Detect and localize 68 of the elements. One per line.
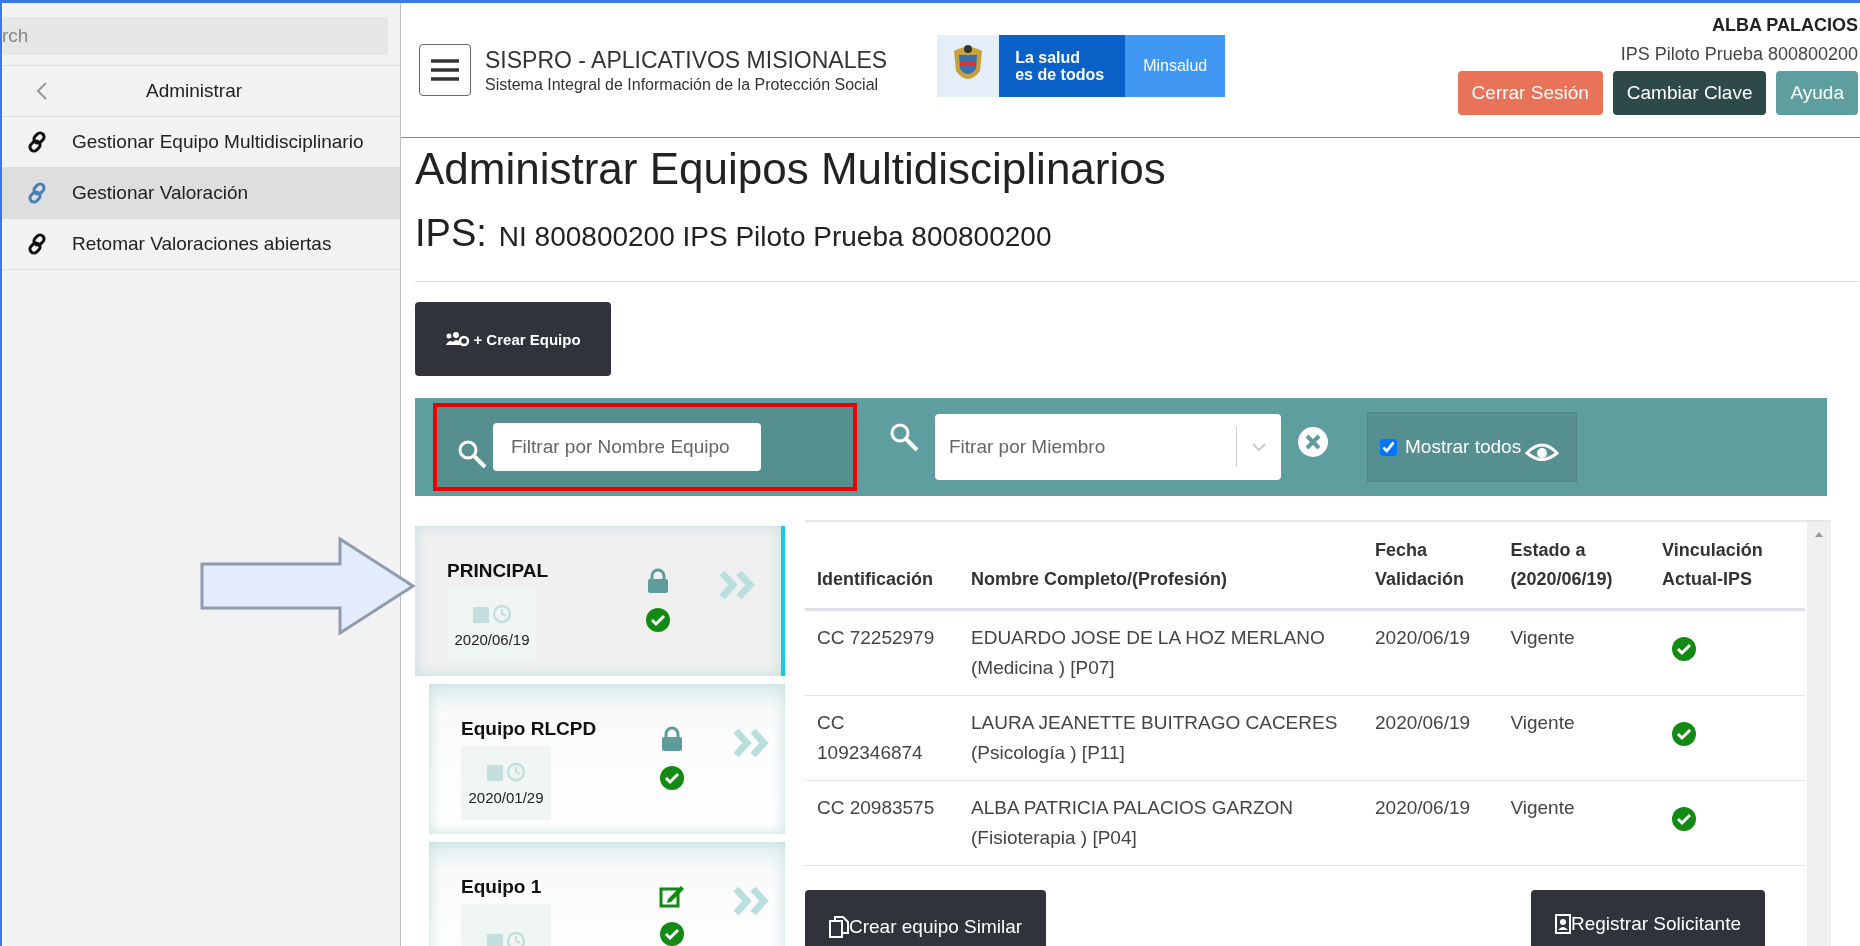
user-name: ALBA PALACIOS — [1712, 15, 1858, 36]
link-icon — [26, 131, 48, 153]
show-all-checkbox[interactable] — [1380, 438, 1397, 456]
sidebar-item[interactable]: Retomar Valoraciones abiertas — [2, 219, 400, 270]
team-card[interactable]: Equipo RLCPD 2020/01/29 — [429, 684, 785, 834]
edit-icon — [659, 884, 685, 908]
app-subtitle: Sistema Integral de Información de la Protección Social — [485, 75, 880, 94]
logo-brand: Minsalud — [1143, 57, 1208, 75]
header-button[interactable]: Cambiar Clave — [1612, 71, 1767, 115]
column-header: Fecha Validación — [1363, 522, 1499, 610]
team-date: 2020/01/29 — [468, 788, 544, 806]
check-icon — [660, 922, 684, 946]
team-name: PRINCIPAL — [447, 560, 549, 582]
table-cell: 2020/06/19 — [1363, 780, 1499, 866]
create-team-button[interactable]: + Crear Equipo — [415, 302, 611, 376]
calendar-history-icon — [486, 930, 526, 946]
table-cell: Vigente — [1498, 780, 1651, 866]
back-icon[interactable] — [36, 81, 48, 101]
action-button[interactable]: Crear equipo Similar — [805, 890, 1047, 946]
calendar-history-icon — [486, 760, 526, 783]
ips-label: IPS: — [415, 212, 487, 255]
calendar-history-icon — [472, 602, 512, 625]
table-cell: LAURA JEANETTE BUITRAGO CACERES (Psicología ) [P11] — [959, 695, 1363, 781]
table-cell: Vigente — [1498, 609, 1651, 696]
table-cell: EDUARDO JOSE DE LA HOZ MERLANO (Medicina ) [P07] — [959, 609, 1363, 696]
user-ips: IPS Piloto Prueba 800800200 — [1620, 44, 1858, 65]
table-cell: Vigente — [1498, 695, 1651, 781]
column-header: Estado a (2020/06/19) — [1498, 522, 1651, 610]
show-all-toggle[interactable]: Mostrar todos — [1367, 412, 1577, 482]
table-cell: 2020/06/19 — [1363, 695, 1499, 781]
table-cell: ALBA PATRICIA PALACIOS GARZON (Fisioterapia ) [P04] — [959, 780, 1363, 866]
team-name: Equipo RLCPD — [461, 718, 598, 740]
table-cell: CC 1092346874 — [805, 695, 959, 781]
clear-icon[interactable] — [1297, 426, 1329, 458]
lock-icon — [647, 568, 669, 594]
contact-icon — [1554, 914, 1571, 934]
app-title: SISPRO - APLICATIVOS MISIONALES — [485, 46, 888, 74]
column-header: Identificación — [805, 522, 959, 610]
sidebar-item[interactable]: Gestionar Valoración — [2, 168, 400, 219]
team-card[interactable]: Equipo 1 — [429, 842, 785, 946]
table-cell: CC 20983575 — [805, 780, 959, 866]
menu-button[interactable] — [419, 44, 471, 96]
menu-icon — [430, 58, 460, 82]
table-cell: 2020/06/19 — [1363, 609, 1499, 696]
search-icon — [889, 422, 919, 452]
team-card[interactable]: PRINCIPAL 2020/06/19 — [415, 526, 785, 676]
copy-icon — [829, 915, 849, 939]
team-icon — [445, 331, 472, 347]
check-icon — [660, 766, 684, 790]
check-icon — [646, 608, 670, 632]
team-name: Equipo 1 — [461, 876, 543, 898]
logo-slogan: es de todos — [1015, 66, 1106, 83]
link-icon — [26, 233, 48, 255]
team-date: 2020/06/19 — [454, 630, 530, 648]
scroll-up-icon[interactable] — [1814, 530, 1824, 538]
column-header: Nombre Completo/(Profesión) — [959, 522, 1363, 610]
member-filter-field[interactable]: Fitrar por Miembro — [935, 414, 1281, 480]
link-icon — [26, 182, 48, 204]
page-title: Administrar Equipos Multidisciplinarios — [415, 144, 1167, 194]
logo-slogan: La salud — [1015, 49, 1082, 66]
action-button[interactable]: Registrar Solicitante — [1530, 890, 1765, 946]
search-icon — [457, 439, 487, 469]
lock-icon — [661, 726, 683, 752]
table-cell: CC 72252979 — [805, 609, 959, 696]
section-title: Administrar — [144, 80, 244, 102]
team-filter-field[interactable]: Filtrar por Nombre Equipo — [493, 423, 761, 471]
ips-value: NI 800800200 IPS Piloto Prueba 800800200 — [498, 221, 1052, 253]
dropdown-icon[interactable] — [1251, 442, 1267, 452]
